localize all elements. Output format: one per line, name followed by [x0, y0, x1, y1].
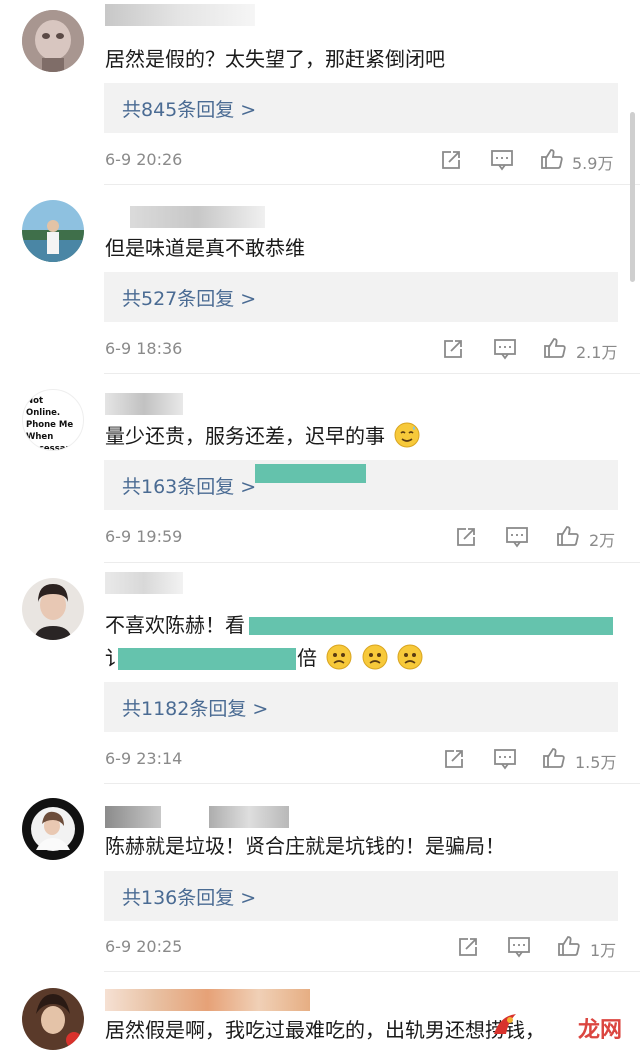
avatar[interactable]: [22, 200, 84, 262]
watermark-logo: [490, 1010, 520, 1040]
reply-box[interactable]: 共527条回复 >: [104, 272, 618, 322]
watermark-text: 龙网: [577, 1018, 622, 1043]
comment-icon[interactable]: [507, 936, 531, 958]
divider: [104, 562, 640, 563]
comment-time: 6-9 20:25: [105, 937, 183, 956]
avatar[interactable]: [22, 10, 84, 72]
avatar[interactable]: [22, 988, 84, 1050]
share-icon[interactable]: [443, 748, 465, 770]
comment-text: 量少还贵，服务还差，迟早的事: [105, 421, 420, 451]
username-redacted[interactable]: [105, 806, 295, 828]
reply-box[interactable]: 共136条回复 >: [104, 871, 618, 921]
redaction-bar: [255, 464, 366, 483]
like-icon[interactable]: [542, 746, 566, 770]
comment-icon[interactable]: [505, 526, 529, 548]
redaction-bar: [118, 648, 296, 670]
reply-count-link[interactable]: 共527条回复 >: [122, 284, 256, 311]
sweat-emoji-icon: [394, 422, 420, 448]
reply-box[interactable]: 共1182条回复 >: [104, 682, 618, 732]
comment-time: 6-9 20:26: [105, 150, 183, 169]
comment-time: 6-9 23:14: [105, 749, 183, 768]
like-count: 1万: [590, 941, 617, 960]
comment-text: 居然是假的？太失望了，那赶紧倒闭吧: [105, 47, 445, 71]
sad-emoji-icon: [362, 644, 388, 670]
like-icon[interactable]: [543, 336, 567, 360]
like-count: 5.9万: [572, 154, 614, 173]
divider: [104, 184, 640, 185]
sad-emoji-icon: [326, 644, 352, 670]
comment-time: 6-9 19:59: [105, 527, 183, 546]
reply-count-link[interactable]: 共1182条回复 >: [122, 694, 268, 721]
reply-count-link[interactable]: 共163条回复 >: [122, 472, 256, 499]
like-icon[interactable]: [540, 147, 564, 171]
like-count: 1.5万: [575, 753, 617, 772]
avatar-caption: Not Online. Phone Me When Necessary.: [26, 396, 78, 451]
comment-icon[interactable]: [490, 149, 514, 171]
avatar[interactable]: [22, 578, 84, 640]
avatar[interactable]: Not Online. Phone Me When Necessary.: [22, 389, 84, 451]
like-icon[interactable]: [556, 524, 580, 548]
comment-text-body: 量少还贵，服务还差，迟早的事: [105, 424, 385, 448]
divider: [104, 971, 640, 972]
username-redacted[interactable]: [105, 4, 265, 26]
share-icon[interactable]: [457, 936, 479, 958]
divider: [104, 783, 640, 784]
comment-icon[interactable]: [493, 748, 517, 770]
sad-emoji-icon: [397, 644, 423, 670]
divider: [104, 373, 640, 374]
reply-box[interactable]: 共845条回复 >: [104, 83, 618, 133]
avatar[interactable]: [22, 798, 84, 860]
comment-text: 但是味道是真不敢恭维: [105, 236, 305, 260]
comment-text: 陈赫就是垃圾！贤合庄就是坑钱的！是骗局！: [105, 834, 505, 858]
comment-text: 居然假是啊，我吃过最难吃的，出轨男还想捞钱，: [105, 1018, 545, 1042]
share-icon[interactable]: [440, 149, 462, 171]
comment-icon[interactable]: [493, 338, 517, 360]
comment-text-end: 倍: [297, 646, 317, 670]
username-redacted[interactable]: [105, 989, 315, 1011]
share-icon[interactable]: [455, 526, 477, 548]
like-count: 2.1万: [576, 343, 618, 362]
share-icon[interactable]: [442, 338, 464, 360]
like-icon[interactable]: [557, 934, 581, 958]
comment-text-line2-end: 倍: [297, 643, 423, 673]
reply-count-link[interactable]: 共136条回复 >: [122, 883, 256, 910]
username-redacted[interactable]: [105, 572, 185, 594]
like-count: 2万: [589, 531, 616, 550]
username-redacted[interactable]: [105, 393, 185, 415]
comment-text: 不喜欢陈赫！看: [105, 613, 245, 637]
username-redacted[interactable]: [105, 206, 265, 228]
comment-time: 6-9 18:36: [105, 339, 183, 358]
reply-count-link[interactable]: 共845条回复 >: [122, 95, 256, 122]
redaction-bar: [249, 617, 613, 635]
scrollbar[interactable]: [630, 112, 635, 282]
